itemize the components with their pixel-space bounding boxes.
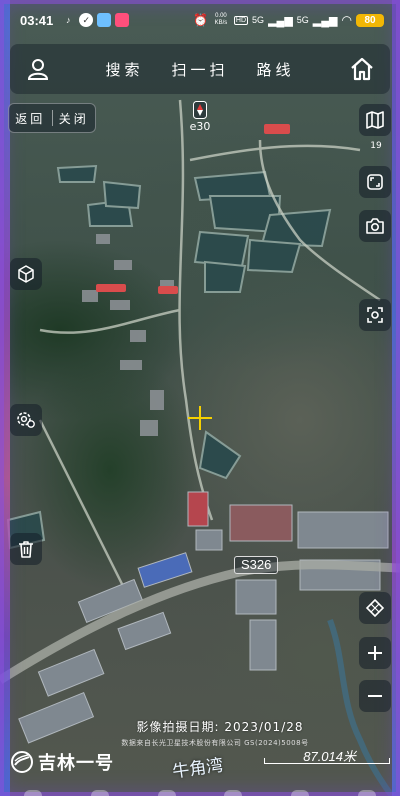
3d-view-button[interactable] <box>10 258 42 290</box>
scale-bar <box>264 758 390 764</box>
close-button[interactable]: 关闭 <box>53 110 96 127</box>
map-marker <box>158 286 178 294</box>
building <box>96 234 110 244</box>
wifi-icon: ◠ <box>341 13 352 27</box>
crosshair-icon <box>188 406 212 430</box>
dock-item <box>24 790 43 796</box>
minus-icon <box>368 695 382 697</box>
pond-area <box>193 230 250 268</box>
hd-icon: HD <box>233 15 249 25</box>
dock-item <box>290 790 309 796</box>
battery-indicator: 80 <box>356 13 384 27</box>
fullscreen-button[interactable] <box>359 166 391 198</box>
dock-item <box>224 790 243 796</box>
building <box>150 390 164 410</box>
status-bar: 03:41 ♪ ✓ ⏰ 0.00 KB/s HD 5G ▂▄▆ 5G ▂▄▆ ◠… <box>0 0 400 40</box>
status-time: 03:41 <box>20 12 54 28</box>
building <box>137 552 193 588</box>
user-button[interactable] <box>10 44 66 94</box>
dock-item <box>157 790 176 796</box>
pond-area <box>198 430 242 480</box>
app-notification-icon <box>115 13 130 27</box>
signal-icon: ▂▄▆ <box>312 14 338 27</box>
map-marker <box>96 284 126 292</box>
check-icon: ✓ <box>79 13 94 27</box>
building <box>140 420 158 436</box>
road <box>189 144 361 162</box>
layer-count: 19 <box>370 141 382 151</box>
dock-item <box>357 790 376 796</box>
layers-icon <box>365 598 385 618</box>
building <box>120 360 142 370</box>
locate-icon <box>367 307 383 323</box>
route-tab[interactable]: 路线 <box>257 59 295 80</box>
road <box>39 308 181 334</box>
signal-1: 5G <box>252 15 265 25</box>
bottom-dock-hint <box>0 784 400 796</box>
back-close-group: 返回 关闭 <box>8 103 96 133</box>
scan-tab[interactable]: 扫一扫 <box>171 59 228 80</box>
building <box>187 491 209 527</box>
compass[interactable]: e30 <box>186 101 214 133</box>
building <box>82 290 98 302</box>
building <box>235 579 277 615</box>
building <box>37 648 105 697</box>
map-style-button[interactable] <box>359 592 391 624</box>
frame-icon <box>367 174 383 190</box>
pond-area <box>56 164 98 183</box>
signal-icon: ▂▄▆ <box>268 14 293 27</box>
search-tab[interactable]: 搜索 <box>105 59 143 80</box>
settings-button[interactable] <box>10 404 42 436</box>
signal-2: 5G <box>296 15 309 25</box>
delete-button[interactable] <box>10 533 42 565</box>
top-navigation: 搜索 扫一扫 路线 <box>10 44 390 94</box>
plus-icon <box>368 646 382 660</box>
map-marker <box>264 124 290 134</box>
screenshot-button[interactable] <box>359 210 391 242</box>
home-icon <box>351 57 373 81</box>
tiktok-icon: ♪ <box>66 15 71 25</box>
compass-needle-icon <box>193 101 207 119</box>
pond-area <box>102 180 142 210</box>
map-icon <box>366 111 384 129</box>
zoom-in-button[interactable] <box>359 637 391 669</box>
building <box>249 619 277 671</box>
frame-edge-right <box>392 0 400 796</box>
dock-item <box>90 790 109 796</box>
capture-date: 影像拍摄日期: 2023/01/28 <box>136 720 304 734</box>
zoom-out-button[interactable] <box>359 680 391 712</box>
nav-items: 搜索 扫一扫 路线 <box>66 59 334 80</box>
building <box>195 529 223 551</box>
road <box>38 419 132 601</box>
road-label-s326: S326 <box>234 556 279 574</box>
compass-heading: e30 <box>189 120 211 133</box>
jilin1-logo-icon <box>11 751 33 773</box>
network-speed: 0.00 KB/s <box>214 13 228 26</box>
home-button[interactable] <box>334 44 390 94</box>
building <box>297 511 389 549</box>
building <box>114 260 132 270</box>
locate-button[interactable] <box>359 299 391 331</box>
building <box>117 611 172 651</box>
brand-name: 吉林一号 <box>38 753 114 774</box>
building <box>229 504 293 542</box>
alarm-icon: ⏰ <box>192 13 208 27</box>
pond-area <box>260 208 332 248</box>
user-icon <box>27 59 49 80</box>
cube-icon <box>18 265 34 283</box>
pond-area <box>204 260 247 293</box>
app-notification-icon <box>97 13 112 27</box>
map-scale: 87.014米 <box>264 746 390 768</box>
camera-icon <box>366 218 384 234</box>
map-layers-button[interactable] <box>359 104 391 136</box>
back-button[interactable]: 返回 <box>9 110 52 127</box>
building <box>130 330 146 342</box>
gear-location-icon <box>17 412 35 428</box>
brand-logo: 吉林一号 <box>10 749 114 775</box>
trash-icon <box>19 541 33 558</box>
building <box>110 300 130 310</box>
pond-area <box>246 238 302 274</box>
